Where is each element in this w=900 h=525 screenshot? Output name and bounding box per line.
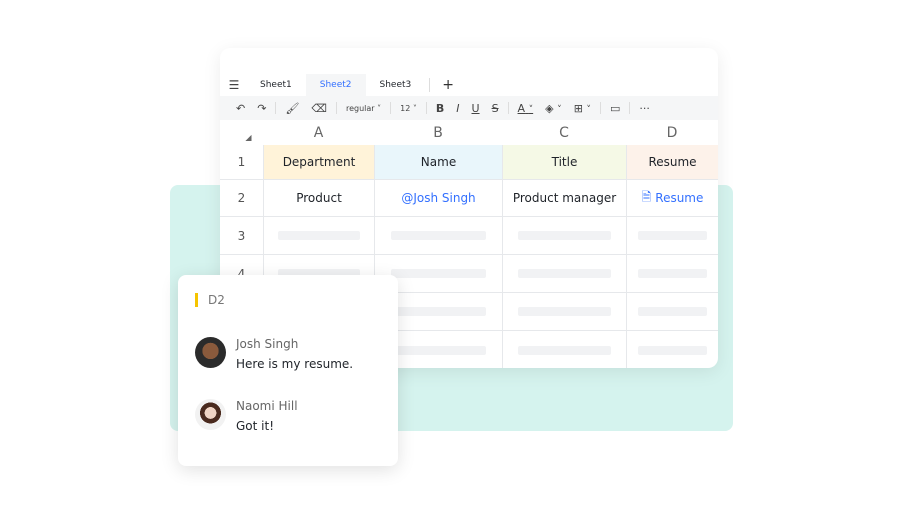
comment-panel: D2 Josh Singh Here is my resume. Naomi H…	[178, 275, 398, 466]
placeholder-bar	[518, 345, 611, 355]
divider	[275, 102, 277, 114]
row-header-1[interactable]: 1	[220, 145, 263, 179]
cell[interactable]	[502, 255, 626, 292]
placeholder-bar	[390, 307, 487, 316]
tab-sheet2[interactable]: Sheet2	[305, 74, 366, 96]
divider	[600, 102, 601, 114]
underline-button[interactable]: U	[466, 102, 486, 115]
comment-text: Here is my resume.	[236, 357, 354, 371]
fill-color-icon[interactable]: ◈ ˅	[539, 102, 568, 115]
comment-message: Josh Singh Here is my resume.	[195, 337, 353, 371]
document-icon: 🗎︎	[641, 189, 652, 204]
text-color-icon: A	[517, 101, 526, 115]
comment-author: Josh Singh	[236, 337, 299, 351]
column-header-b[interactable]: B	[374, 120, 502, 145]
text-color-button[interactable]: A ˅	[512, 102, 540, 115]
bold-button[interactable]: B	[430, 102, 450, 115]
cell[interactable]	[626, 217, 718, 254]
cell[interactable]	[502, 217, 626, 254]
format-painter-icon[interactable]: 🖌︎	[279, 102, 305, 115]
cell-c2[interactable]: Product manager	[502, 180, 626, 216]
divider	[335, 102, 337, 114]
cell-b1[interactable]: Name	[374, 145, 502, 179]
font-style-value: regular	[345, 103, 375, 113]
divider	[390, 102, 392, 114]
placeholder-bar	[277, 231, 361, 240]
cell[interactable]	[626, 331, 718, 368]
avatar-josh-singh	[195, 337, 226, 368]
comment-cell-reference: D2	[195, 293, 225, 307]
comment-text: Got it!	[236, 419, 275, 433]
cell-b2-mention[interactable]: @Josh Singh	[374, 180, 502, 216]
comment-message: Naomi Hill Got it!	[195, 399, 298, 433]
cell[interactable]	[626, 255, 718, 292]
add-sheet-icon[interactable]: +	[442, 77, 454, 93]
cell-a1[interactable]: Department	[263, 145, 374, 179]
cell-c1[interactable]: Title	[502, 145, 626, 179]
cell[interactable]	[626, 293, 718, 330]
resume-link-text: Resume	[655, 191, 704, 205]
divider	[429, 78, 431, 92]
placeholder-bar	[638, 269, 707, 278]
strikethrough-button[interactable]: S	[486, 102, 505, 115]
font-size-value: 12	[400, 103, 411, 113]
tab-sheet1[interactable]: Sheet1	[246, 74, 306, 96]
sheet-tabs: ☰ Sheet1 Sheet2 Sheet3 +	[220, 74, 718, 96]
redo-icon[interactable]: ↷	[251, 102, 272, 115]
placeholder-bar	[518, 231, 611, 240]
placeholder-bar	[638, 307, 707, 316]
placeholder-bar	[390, 345, 487, 355]
undo-icon[interactable]: ↶	[230, 102, 251, 115]
menu-icon[interactable]: ☰	[222, 78, 246, 92]
divider	[507, 102, 509, 114]
column-header-a[interactable]: A	[263, 120, 374, 145]
italic-button[interactable]: I	[450, 102, 465, 115]
placeholder-bar	[390, 269, 487, 278]
placeholder-bar	[638, 231, 707, 240]
placeholder-bar	[518, 269, 611, 278]
cell-d1[interactable]: Resume	[626, 145, 718, 179]
more-icon[interactable]: ···	[633, 102, 656, 115]
placeholder-bar	[638, 345, 707, 355]
toolbar: ↶ ↷ 🖌︎ ⌫ regular ˅ 12 ˅ B I U S A ˅ ◈ ˅ …	[220, 96, 718, 120]
cell-d2-resume-link[interactable]: 🗎︎ Resume	[626, 180, 718, 216]
placeholder-bar	[390, 231, 487, 240]
avatar-naomi-hill	[195, 399, 226, 430]
select-all-corner[interactable]: ◢	[220, 120, 263, 145]
cell[interactable]	[374, 217, 502, 254]
cell[interactable]	[502, 331, 626, 368]
row-header-2[interactable]: 2	[220, 180, 263, 216]
borders-icon[interactable]: ⊞ ˅	[568, 102, 597, 115]
font-style-select[interactable]: regular ˅	[340, 104, 387, 113]
column-header-c[interactable]: C	[502, 120, 626, 145]
cell[interactable]	[263, 217, 374, 254]
cell-a2[interactable]: Product	[263, 180, 374, 216]
tab-sheet3[interactable]: Sheet3	[366, 74, 426, 96]
comment-icon[interactable]: ▭	[604, 102, 626, 115]
cell[interactable]	[502, 293, 626, 330]
comment-author: Naomi Hill	[236, 399, 298, 413]
clear-format-icon[interactable]: ⌫	[305, 102, 333, 115]
divider	[629, 102, 631, 114]
placeholder-bar	[518, 307, 611, 316]
column-header-d[interactable]: D	[626, 120, 718, 145]
row-header-3[interactable]: 3	[220, 217, 263, 254]
font-size-select[interactable]: 12 ˅	[394, 104, 423, 113]
divider	[425, 102, 427, 114]
